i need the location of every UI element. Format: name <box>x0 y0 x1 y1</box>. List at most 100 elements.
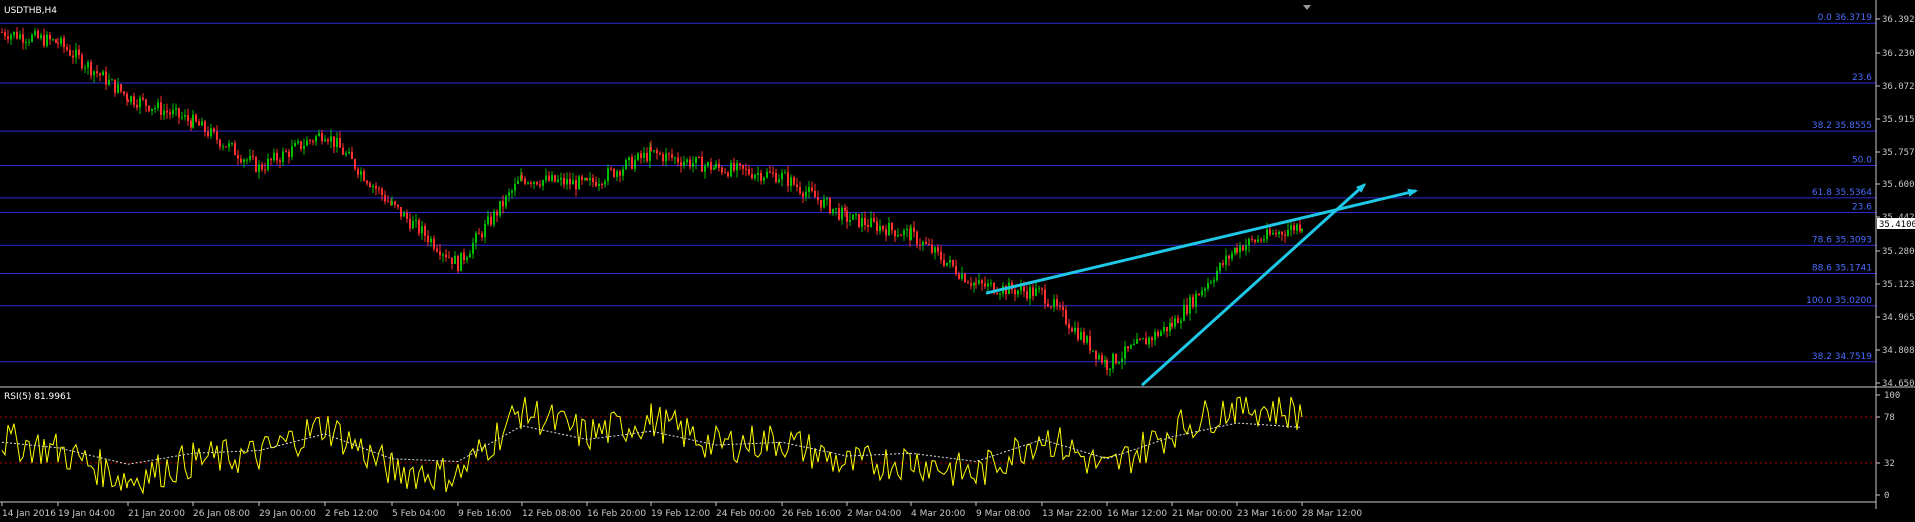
candle-bear <box>448 257 450 259</box>
candle-bull <box>1231 253 1233 259</box>
candle-bull <box>1142 338 1144 340</box>
candle-bear <box>554 175 556 182</box>
candle-bull <box>1017 290 1019 295</box>
candle-bull <box>637 153 639 160</box>
candle-bull <box>1296 224 1298 231</box>
candle-bull <box>1035 288 1037 296</box>
candle-bull <box>324 139 326 142</box>
time-tick-label: 2 Mar 04:00 <box>847 509 902 519</box>
candle-bear <box>867 224 869 227</box>
candle-bear <box>668 153 670 155</box>
candle-bull <box>249 155 251 160</box>
candle-bear <box>198 121 200 126</box>
candle-bear <box>817 197 819 200</box>
candle-bear <box>1171 323 1173 327</box>
candle-bear <box>882 225 884 230</box>
time-tick-label: 9 Mar 08:00 <box>976 509 1031 519</box>
candle-bull <box>511 190 513 193</box>
candle-bull <box>1248 238 1250 246</box>
candle-bull <box>151 108 153 111</box>
candle-bull <box>315 136 317 142</box>
candle-bear <box>975 283 977 285</box>
candle-bull <box>835 208 837 210</box>
candle-bull <box>1287 229 1289 236</box>
candle-bear <box>928 243 930 245</box>
candle-bull <box>87 62 89 68</box>
candle-bear <box>120 84 122 92</box>
time-tick-label: 2 Feb 12:00 <box>325 509 379 519</box>
time-tick-label: 26 Feb 16:00 <box>782 509 841 519</box>
candle-bull <box>961 273 963 279</box>
candle-bear <box>931 244 933 253</box>
candle-bear <box>1026 291 1028 299</box>
candle-bull <box>888 223 890 236</box>
candle-bull <box>1112 353 1114 369</box>
candle-bull <box>345 153 347 155</box>
fib-level-label: 78.6 35.3093 <box>1812 235 1872 245</box>
candle-bear <box>733 162 735 171</box>
candle-bear <box>1047 303 1049 307</box>
candle-bull <box>1086 336 1088 343</box>
candle-bear <box>445 254 447 258</box>
candle-bear <box>1041 288 1043 290</box>
candle-bear <box>436 248 438 252</box>
candle-bull <box>990 282 992 284</box>
price-tick-label: 34.8080 <box>1882 346 1915 356</box>
candle-bear <box>772 172 774 174</box>
candle-bear <box>727 172 729 177</box>
candle-bear <box>72 55 74 58</box>
candle-bear <box>689 159 691 167</box>
candle-bull <box>108 79 110 85</box>
price-tick-label: 36.3920 <box>1882 15 1915 25</box>
candle-bull <box>201 121 203 126</box>
price-tick-label: 35.6000 <box>1882 180 1915 190</box>
candle-bear <box>261 164 263 170</box>
candle-bear <box>1 31 3 33</box>
candle-bull <box>1148 337 1150 345</box>
fib-level-label: 23.6 <box>1852 203 1872 213</box>
candle-bear <box>43 35 45 46</box>
candle-bull <box>906 229 908 231</box>
candle-bull <box>607 168 609 182</box>
price-tick-label: 36.0725 <box>1882 82 1915 92</box>
candle-bull <box>258 164 260 172</box>
candle-bear <box>751 174 753 179</box>
rsi-title: RSI(5) 81.9961 <box>4 392 71 402</box>
candle-bull <box>421 226 423 234</box>
chart-canvas[interactable]: 0.0 36.3719 23.6 38.2 35.8555 50.0 61.8 35.5… <box>0 0 1915 522</box>
time-tick-label: 21 Mar 00:00 <box>1172 509 1232 519</box>
candle-bear <box>225 146 227 148</box>
candle-bull <box>616 171 618 177</box>
candle-bull <box>13 31 15 35</box>
candle-bear <box>400 207 402 217</box>
candle-bull <box>628 157 630 160</box>
candle-bull <box>157 102 159 109</box>
candle-bull <box>1074 327 1076 332</box>
candle-bull <box>598 184 600 187</box>
candle-bear <box>1106 360 1108 370</box>
candle-bear <box>375 185 377 189</box>
candle-bull <box>403 212 405 217</box>
candle-bear <box>701 157 703 172</box>
candle-bear <box>1281 231 1283 235</box>
candle-bear <box>913 227 915 232</box>
candle-bull <box>46 34 48 46</box>
candle-bear <box>1299 224 1301 231</box>
candle-bear <box>387 201 389 203</box>
fib-level-label: 61.8 35.5364 <box>1812 188 1872 198</box>
candle-bear <box>213 128 215 132</box>
candle-bull <box>40 35 42 38</box>
candle-bull <box>1109 368 1111 370</box>
candle-bull <box>75 49 77 58</box>
candle-bear <box>90 62 92 76</box>
rsi-tick-label: 100 <box>1884 391 1900 401</box>
candle-bull <box>1239 245 1241 253</box>
candle-bear <box>166 110 168 113</box>
candle-bull <box>1154 331 1156 341</box>
candle-bear <box>858 213 860 227</box>
candle-bear <box>601 184 603 186</box>
candle-bear <box>342 147 344 155</box>
candle-bear <box>160 102 162 116</box>
candle-bull <box>805 191 807 197</box>
candle-bull <box>1183 305 1185 321</box>
